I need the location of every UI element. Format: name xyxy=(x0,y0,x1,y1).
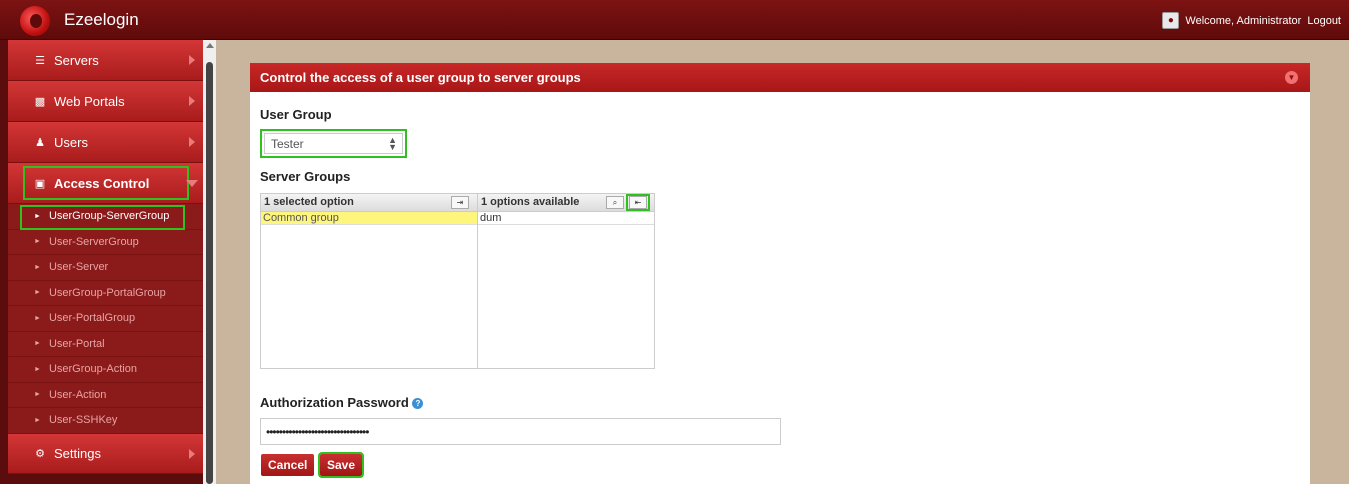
authorization-password-input[interactable]: •••••••••••••••••••••••••••••••• xyxy=(260,418,781,445)
gears-icon: ⚙ xyxy=(35,447,45,460)
selected-option-row[interactable]: Common group xyxy=(261,212,477,225)
bullet-icon: ► xyxy=(34,340,41,348)
top-bar: Ezeelogin ● Welcome, Administrator Logou… xyxy=(0,0,1349,40)
submenu-item-user-server[interactable]: ► User-Server xyxy=(8,255,203,281)
user-icon[interactable]: ● xyxy=(1162,12,1180,29)
chevron-right-icon xyxy=(189,137,195,147)
scroll-up-arrow-icon[interactable] xyxy=(206,43,214,48)
selected-header: 1 selected option ⇥ xyxy=(261,194,477,212)
submenu-item-user-portalgroup[interactable]: ► User-PortalGroup xyxy=(8,306,203,332)
available-header: 1 options available ⌕ ⇤ xyxy=(478,194,654,212)
sidebar-item-label: Users xyxy=(54,134,88,150)
submenu-item-usergroup-servergroup[interactable]: ► UserGroup-ServerGroup xyxy=(8,204,203,230)
submenu-item-user-sshkey[interactable]: ► User-SSHKey xyxy=(8,408,203,434)
save-button[interactable]: Save xyxy=(317,452,365,478)
chevron-right-icon xyxy=(189,448,195,459)
chevron-right-icon xyxy=(189,96,195,106)
available-option-row[interactable]: dum xyxy=(478,212,654,225)
welcome-text: Welcome, Administrator xyxy=(1185,14,1302,27)
selected-options-list: 1 selected option ⇥ Common group xyxy=(261,194,478,368)
remove-all-button[interactable]: ⇥ xyxy=(451,196,469,209)
submenu-item-user-action[interactable]: ► User-Action xyxy=(8,383,203,408)
select-updown-icon: ▲ ▼ xyxy=(388,135,397,152)
server-groups-multiselect: 1 selected option ⇥ Common group 1 optio… xyxy=(260,193,655,369)
highlight-box xyxy=(20,205,185,230)
user-group-label: User Group xyxy=(260,107,332,122)
user-group-select[interactable]: Tester ▲ ▼ xyxy=(264,133,403,154)
sidebar-item-settings[interactable]: ⚙ Settings xyxy=(8,433,203,474)
selected-count: 1 selected option xyxy=(264,196,354,208)
user-group-select-value: Tester xyxy=(271,137,304,151)
submenu-item-label: User-Action xyxy=(48,388,107,401)
app-title: Ezeelogin xyxy=(64,10,139,29)
sidebar-item-label: Web Portals xyxy=(54,93,125,109)
access-control-submenu: ► UserGroup-ServerGroup ► User-ServerGro… xyxy=(8,204,203,434)
sidebar-menu: ☰ Servers ▩ Web Portals ♟ Users ▣ Access… xyxy=(8,40,203,484)
list-icon: ☰ xyxy=(35,54,45,67)
available-options-list: 1 options available ⌕ ⇤ dum xyxy=(478,194,654,368)
submenu-item-user-servergroup[interactable]: ► User-ServerGroup xyxy=(8,230,203,255)
sidebar-item-users[interactable]: ♟ Users xyxy=(8,122,203,163)
submenu-item-usergroup-portalgroup[interactable]: ► UserGroup-PortalGroup xyxy=(8,281,203,306)
authorization-password-text: Authorization Password xyxy=(260,395,409,410)
search-icon[interactable]: ⌕ xyxy=(606,196,624,209)
bullet-icon: ► xyxy=(34,314,41,322)
highlight-box xyxy=(23,166,189,200)
submenu-item-label: User-Server xyxy=(48,261,109,274)
submenu-item-label: UserGroup-Action xyxy=(48,363,137,376)
submenu-item-label: User-Portal xyxy=(48,337,105,350)
sidebar-item-servers[interactable]: ☰ Servers xyxy=(8,40,203,81)
access-control-panel: Control the access of a user group to se… xyxy=(250,63,1310,484)
bullet-icon: ► xyxy=(34,391,41,399)
authorization-password-label: Authorization Password ? xyxy=(260,395,424,410)
chevron-right-icon xyxy=(189,55,195,65)
submenu-item-label: User-ServerGroup xyxy=(48,235,139,248)
panel-header: Control the access of a user group to se… xyxy=(250,63,1310,92)
help-icon[interactable]: ? xyxy=(412,398,424,409)
sidebar-item-label: Settings xyxy=(54,445,101,461)
sidebar-item-access-control[interactable]: ▣ Access Control xyxy=(8,163,203,204)
sidebar-scrollbar[interactable] xyxy=(203,40,216,484)
cancel-button[interactable]: Cancel xyxy=(261,454,315,476)
submenu-item-usergroup-action[interactable]: ► UserGroup-Action xyxy=(8,357,203,383)
bullet-icon: ► xyxy=(34,238,41,246)
bullet-icon: ► xyxy=(34,263,41,271)
bullet-icon: ► xyxy=(34,365,41,373)
sidebar: ☰ Servers ▩ Web Portals ♟ Users ▣ Access… xyxy=(0,40,216,484)
sidebar-item-label: Servers xyxy=(54,52,99,68)
sidebar-item-web-portals[interactable]: ▩ Web Portals xyxy=(8,81,203,122)
user-welcome: ● Welcome, Administrator Logout xyxy=(1162,12,1341,29)
user-group-select-highlight: Tester ▲ ▼ xyxy=(260,129,407,158)
chevron-down-icon xyxy=(186,180,198,187)
server-groups-label: Server Groups xyxy=(260,169,351,184)
submenu-item-label: User-PortalGroup xyxy=(48,312,136,325)
panel-title: Control the access of a user group to se… xyxy=(260,70,581,85)
collapse-chevron-icon[interactable]: ▼ xyxy=(1285,71,1298,84)
bullet-icon: ► xyxy=(34,416,41,424)
available-count: 1 options available xyxy=(481,196,580,208)
ezeelogin-logo-icon xyxy=(20,6,50,36)
add-all-button[interactable]: ⇤ xyxy=(629,196,647,209)
bullet-icon: ► xyxy=(34,289,41,297)
submenu-item-label: UserGroup-PortalGroup xyxy=(48,286,166,299)
logout-link[interactable]: Logout xyxy=(1307,15,1341,27)
submenu-item-label: User-SSHKey xyxy=(48,414,118,427)
dashboard-icon: ▩ xyxy=(34,95,46,108)
users-icon: ♟ xyxy=(35,136,45,149)
submenu-item-user-portal[interactable]: ► User-Portal xyxy=(8,332,203,357)
scroll-thumb[interactable] xyxy=(206,62,213,484)
